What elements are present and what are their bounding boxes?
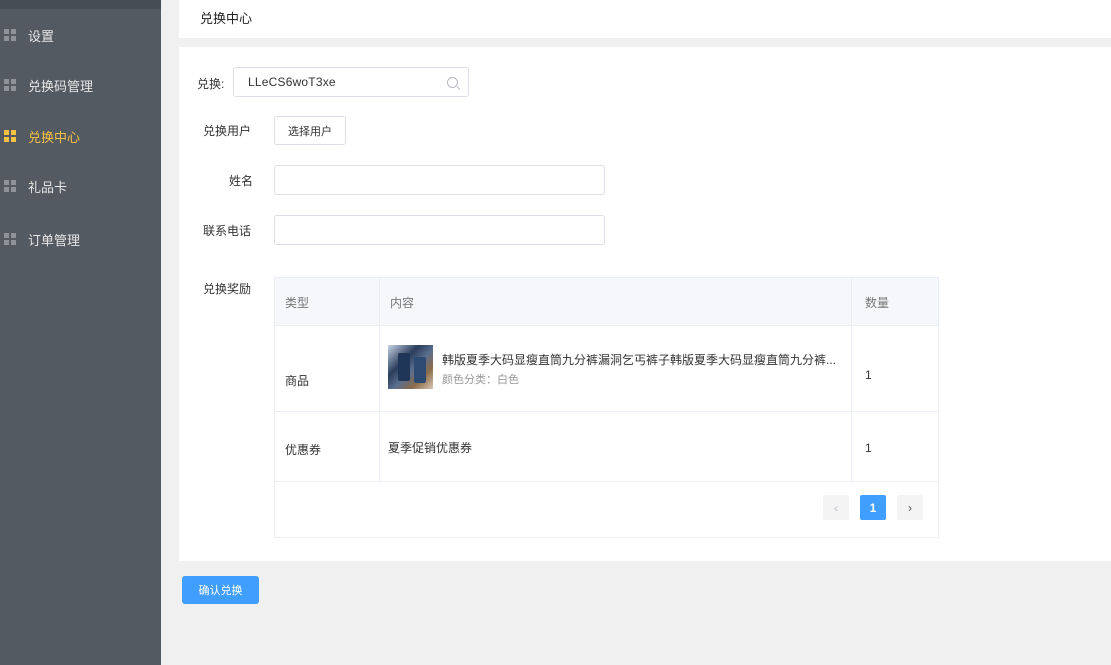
redeem-code-value: LLeCS6woT3xe	[248, 75, 336, 89]
redeem-form-panel: 兑换: LLeCS6woT3xe 兑换用户 选择用户 姓名 联系电话 兑换奖励 …	[179, 47, 1111, 561]
sidebar-item-settings[interactable]: 设置	[0, 18, 161, 52]
name-label: 姓名	[229, 174, 254, 188]
redeem-label: 兑换:	[197, 77, 225, 91]
name-field[interactable]	[274, 165, 605, 195]
grid-icon	[4, 180, 16, 192]
grid-icon	[4, 29, 16, 41]
row-quantity: 1	[865, 441, 872, 455]
page-header: 兑换中心	[179, 0, 1111, 38]
table-header: 类型 内容 数量	[275, 278, 938, 326]
column-header-content: 内容	[390, 295, 415, 310]
sidebar-item-gift-card[interactable]: 礼品卡	[0, 169, 161, 203]
row-type: 优惠券	[285, 443, 322, 457]
row-divider	[275, 411, 938, 412]
column-divider	[379, 278, 380, 481]
prev-page-button[interactable]: ‹	[823, 495, 849, 520]
column-header-quantity: 数量	[865, 295, 890, 310]
product-spec: 颜色分类：白色	[442, 374, 519, 386]
select-user-button[interactable]: 选择用户	[274, 116, 346, 145]
grid-icon	[4, 79, 16, 91]
grid-icon	[4, 130, 16, 142]
grid-icon	[4, 233, 16, 245]
redeem-user-label: 兑换用户	[203, 124, 252, 138]
phone-label: 联系电话	[203, 224, 252, 238]
rewards-label: 兑换奖励	[203, 282, 252, 296]
sidebar-item-label: 订单管理	[28, 232, 81, 248]
column-header-type: 类型	[285, 295, 310, 310]
sidebar-item-label: 兑换中心	[28, 129, 81, 145]
confirm-redeem-button[interactable]: 确认兑换	[182, 576, 259, 604]
sidebar-item-label: 礼品卡	[28, 179, 68, 195]
next-page-button[interactable]: ›	[897, 495, 923, 520]
row-quantity: 1	[865, 368, 872, 382]
sidebar-item-redeem-center[interactable]: 兑换中心	[0, 119, 161, 153]
product-name: 韩版夏季大码显瘦直筒九分裤漏洞乞丐裤子韩版夏季大码显瘦直筒九分裤...	[442, 353, 837, 367]
page-title: 兑换中心	[200, 11, 253, 26]
coupon-name: 夏季促销优惠券	[388, 441, 473, 455]
sidebar-item-label: 设置	[28, 28, 55, 44]
sidebar-top-strip	[0, 0, 161, 9]
product-thumbnail	[388, 345, 433, 389]
column-divider	[851, 278, 852, 481]
row-divider	[275, 481, 938, 482]
rewards-table: 类型 内容 数量 商品 韩版夏季大码显瘦直筒九分裤漏洞乞丐裤子韩版夏季大码显瘦直…	[274, 277, 939, 538]
page-number-button[interactable]: 1	[860, 495, 886, 520]
sidebar-item-code-management[interactable]: 兑换码管理	[0, 68, 161, 102]
sidebar-item-orders[interactable]: 订单管理	[0, 222, 161, 256]
phone-field[interactable]	[274, 215, 605, 245]
sidebar: 设置 兑换码管理 兑换中心 礼品卡 订单管理	[0, 0, 161, 665]
search-icon[interactable]	[447, 77, 458, 88]
row-type: 商品	[285, 374, 310, 388]
sidebar-item-label: 兑换码管理	[28, 78, 94, 94]
redeem-code-input[interactable]: LLeCS6woT3xe	[233, 67, 469, 97]
